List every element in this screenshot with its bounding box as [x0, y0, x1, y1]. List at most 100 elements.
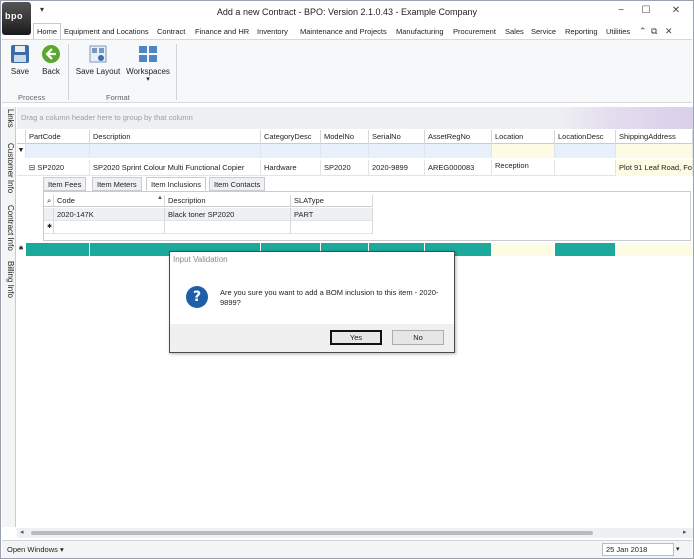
- workspaces-button[interactable]: Workspaces ▾: [125, 44, 171, 83]
- tab-inventory[interactable]: Inventory: [257, 24, 288, 39]
- filter-cell[interactable]: [555, 144, 616, 158]
- filter-cell[interactable]: [369, 144, 425, 158]
- filter-cell[interactable]: [616, 144, 693, 158]
- column-header-description[interactable]: Description: [90, 130, 261, 144]
- horizontal-scrollbar[interactable]: ◂ ▸: [17, 528, 693, 538]
- scroll-right-icon[interactable]: ▸: [683, 528, 687, 536]
- filter-cell[interactable]: [492, 144, 555, 158]
- tab-finance-and-hr[interactable]: Finance and HR: [195, 24, 249, 39]
- scrollbar-thumb[interactable]: [31, 531, 593, 535]
- side-tabs: Links Customer Info Contract Info Billin…: [2, 107, 16, 527]
- column-header-serialno[interactable]: SerialNo: [369, 130, 425, 144]
- open-windows-button[interactable]: Open Windows ▾: [7, 545, 64, 554]
- workspaces-dropdown-icon: ▾: [146, 76, 150, 83]
- tab-utilities[interactable]: Utilities: [606, 24, 630, 39]
- detail-search-icon[interactable]: ⌕: [44, 195, 54, 207]
- new-row-indicator: ✱: [44, 221, 54, 234]
- locationdesc-cell[interactable]: [555, 160, 616, 176]
- restore-child-icon[interactable]: ⧉: [651, 26, 657, 37]
- status-bar: Open Windows ▾ 25 Jan 2018 ▾: [2, 540, 692, 558]
- filter-cell[interactable]: [26, 144, 90, 158]
- side-tab-billing-info[interactable]: Billing Info: [2, 261, 16, 303]
- date-dropdown-icon[interactable]: ▾: [676, 545, 680, 553]
- question-icon: ?: [186, 286, 208, 308]
- tab-equipment-and-locations[interactable]: Equipment and Locations: [64, 24, 149, 39]
- dialog-title: Input Validation: [173, 255, 228, 264]
- filter-cell[interactable]: [261, 144, 321, 158]
- new-cell[interactable]: [492, 243, 555, 256]
- scroll-left-icon[interactable]: ◂: [20, 528, 24, 536]
- no-button[interactable]: No: [392, 330, 444, 345]
- app-logo[interactable]: bpo: [2, 2, 31, 35]
- inclusion-description-cell[interactable]: Black toner SP2020: [165, 208, 291, 221]
- tab-contract[interactable]: Contract: [157, 24, 185, 39]
- workspaces-icon: [139, 46, 157, 62]
- tab-item-meters[interactable]: Item Meters: [92, 177, 142, 191]
- quick-access-dropdown-icon[interactable]: ▾: [40, 5, 44, 14]
- filter-cell[interactable]: [425, 144, 492, 158]
- column-header-modelno[interactable]: ModelNo: [321, 130, 369, 144]
- side-tab-customer-info[interactable]: Customer Info: [2, 143, 16, 201]
- description-cell[interactable]: SP2020 Sprint Colour Multi Functional Co…: [90, 160, 261, 176]
- back-button[interactable]: Back: [39, 44, 63, 76]
- serialno-cell[interactable]: 2020-9899: [369, 160, 425, 176]
- new-inclusion-description-cell[interactable]: [165, 221, 291, 234]
- date-field[interactable]: 25 Jan 2018: [602, 543, 674, 556]
- back-arrow-icon: [42, 45, 60, 63]
- inclusion-code-cell[interactable]: 2020-147K: [54, 208, 165, 221]
- new-inclusion-slatype-cell[interactable]: [291, 221, 373, 234]
- tab-reporting[interactable]: Reporting: [565, 24, 598, 39]
- new-cell[interactable]: [616, 243, 693, 256]
- column-header-shippingaddress[interactable]: ShippingAddress: [616, 130, 693, 144]
- yes-button[interactable]: Yes: [330, 330, 382, 345]
- column-header-inclusion-description[interactable]: Description: [165, 195, 291, 207]
- partcode-cell[interactable]: ⊟ SP2020: [26, 160, 90, 176]
- close-icon[interactable]: ✕: [668, 4, 684, 18]
- shippingaddress-cell[interactable]: Plot 91 Leaf Road, Fo: [616, 160, 693, 176]
- column-header-categorydesc[interactable]: CategoryDesc: [261, 130, 321, 144]
- column-header-partcode[interactable]: PartCode: [26, 130, 90, 144]
- column-header-location[interactable]: Location: [492, 130, 555, 144]
- ribbon-minimize-icon[interactable]: ⌃: [639, 26, 647, 37]
- side-tab-links[interactable]: Links: [2, 109, 16, 137]
- inclusion-slatype-cell[interactable]: PART: [291, 208, 373, 221]
- filter-cell[interactable]: [321, 144, 369, 158]
- column-header-slatype[interactable]: SLAType: [291, 195, 373, 207]
- tab-procurement[interactable]: Procurement: [453, 24, 496, 39]
- location-cell[interactable]: Reception: [492, 160, 555, 176]
- assetregno-cell[interactable]: AREG000083: [425, 160, 492, 176]
- tab-maintenance-and-projects[interactable]: Maintenance and Projects: [300, 24, 387, 39]
- new-cell[interactable]: [26, 243, 90, 256]
- tab-item-inclusions[interactable]: Item Inclusions: [146, 177, 207, 191]
- categorydesc-cell[interactable]: Hardware: [261, 160, 321, 176]
- group-label-format: Format: [106, 93, 130, 102]
- column-header-code[interactable]: Code: [54, 195, 165, 207]
- title-bar: Add a new Contract - BPO: Version 2.1.0.…: [1, 1, 693, 23]
- tab-item-fees[interactable]: Item Fees: [43, 177, 87, 191]
- column-header-locationdesc[interactable]: LocationDesc: [555, 130, 616, 144]
- minimize-icon[interactable]: −: [613, 4, 629, 18]
- table-row[interactable]: ⊟ SP2020 SP2020 Sprint Colour Multi Func…: [17, 160, 693, 176]
- modelno-cell[interactable]: SP2020: [321, 160, 369, 176]
- row-indicator-header: [17, 130, 26, 144]
- save-layout-button[interactable]: Save Layout: [74, 44, 122, 76]
- expand-collapse-icon[interactable]: ⊟: [29, 163, 35, 172]
- close-child-icon[interactable]: ✕: [665, 26, 673, 37]
- column-header-assetregno[interactable]: AssetRegNo: [425, 130, 492, 144]
- tab-manufacturing[interactable]: Manufacturing: [396, 24, 444, 39]
- new-cell[interactable]: [555, 243, 616, 256]
- filter-cell[interactable]: [90, 144, 261, 158]
- input-validation-dialog: Input Validation ? Are you sure you want…: [169, 251, 455, 353]
- side-tab-contract-info[interactable]: Contract Info: [2, 205, 16, 257]
- ribbon-separator: [176, 44, 177, 100]
- tab-home[interactable]: Home: [33, 23, 62, 39]
- save-button[interactable]: Save: [8, 44, 32, 76]
- group-label-process: Process: [18, 93, 46, 102]
- tab-service[interactable]: Service: [531, 24, 556, 39]
- tab-item-contacts[interactable]: Item Contacts: [209, 177, 266, 191]
- new-inclusion-code-cell[interactable]: [54, 221, 165, 234]
- group-by-panel[interactable]: Drag a column header here to group by th…: [17, 107, 693, 129]
- filter-row: ▼: [17, 144, 693, 158]
- tab-sales[interactable]: Sales: [505, 24, 524, 39]
- maximize-icon[interactable]: ☐: [638, 4, 654, 18]
